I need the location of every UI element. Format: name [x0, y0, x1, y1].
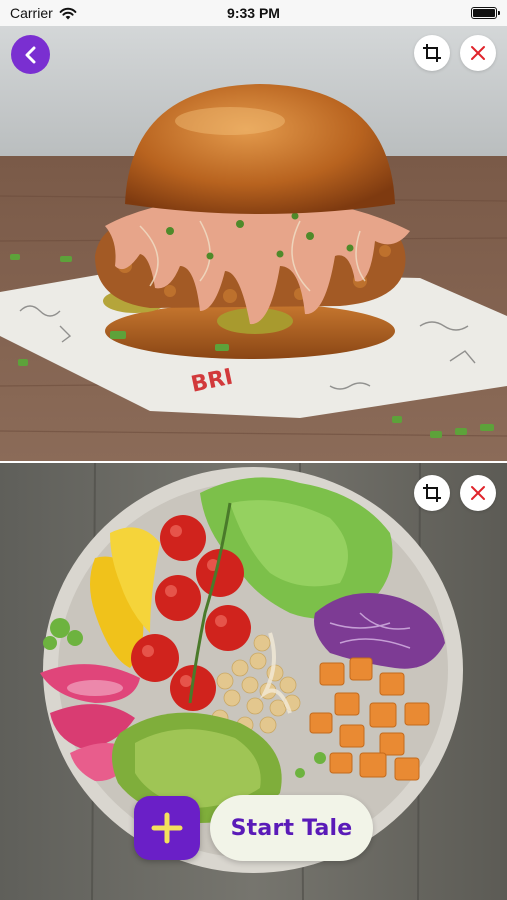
- close-icon: [471, 486, 485, 500]
- start-tale-label: Start Tale: [230, 815, 353, 841]
- plus-icon: [151, 812, 183, 844]
- crop-icon: [423, 484, 441, 502]
- crop-button[interactable]: [414, 35, 450, 71]
- remove-photo-button[interactable]: [460, 475, 496, 511]
- add-photo-button[interactable]: [134, 796, 200, 860]
- crop-icon: [423, 44, 441, 62]
- close-icon: [471, 46, 485, 60]
- clock: 9:33 PM: [227, 5, 280, 21]
- status-bar: Carrier 9:33 PM: [0, 0, 507, 26]
- crop-button[interactable]: [414, 475, 450, 511]
- chevron-left-icon: [25, 46, 35, 63]
- start-tale-button[interactable]: Start Tale: [210, 795, 373, 861]
- battery-icon: [471, 7, 500, 19]
- remove-photo-button[interactable]: [460, 35, 496, 71]
- back-button[interactable]: [11, 35, 50, 74]
- burger-image: BRI: [0, 26, 507, 461]
- photo-burger[interactable]: BRI: [0, 26, 507, 461]
